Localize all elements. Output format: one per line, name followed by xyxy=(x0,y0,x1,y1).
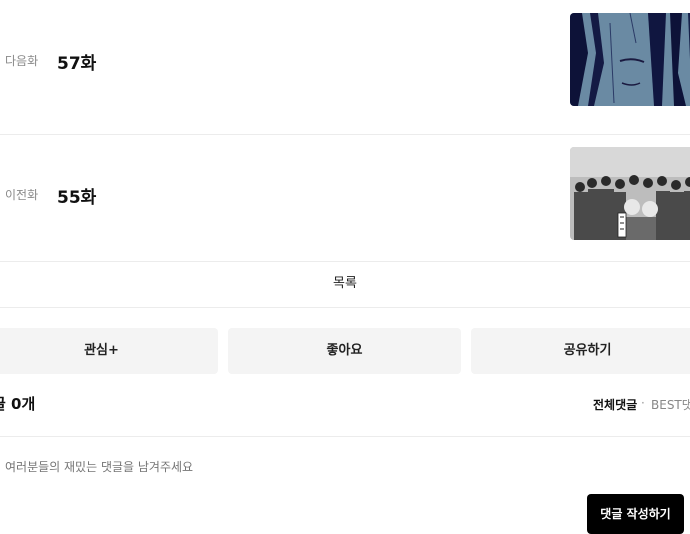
comment-count: 글 0개 xyxy=(0,395,36,413)
prev-episode-label: 이전화 xyxy=(5,188,39,202)
write-comment-button[interactable]: 댓글 작성하기 xyxy=(587,494,684,534)
sort-all-comments[interactable]: 전체댓글 xyxy=(593,396,637,413)
sort-separator: · xyxy=(641,396,645,410)
prev-episode-row[interactable]: 이전화 55화 xyxy=(0,127,690,262)
episode-list-link[interactable]: 목록 xyxy=(0,261,690,308)
share-button[interactable]: 공유하기 xyxy=(471,328,690,374)
comments-divider xyxy=(0,436,690,437)
prev-episode-thumbnail-art xyxy=(570,147,690,240)
subscribe-button[interactable]: 관심+ xyxy=(0,328,218,374)
like-button[interactable]: 좋아요 xyxy=(228,328,461,374)
next-episode-thumbnail-art xyxy=(570,13,690,106)
comment-input[interactable] xyxy=(5,460,565,474)
next-episode-thumbnail[interactable] xyxy=(570,13,690,106)
next-episode-title[interactable]: 57화 xyxy=(57,49,96,74)
prev-episode-title[interactable]: 55화 xyxy=(57,183,96,208)
prev-episode-thumbnail[interactable] xyxy=(570,147,690,240)
next-episode-row[interactable]: 다음화 57화 xyxy=(0,0,690,135)
next-episode-label: 다음화 xyxy=(5,54,39,68)
sort-best-comments[interactable]: BEST댓 xyxy=(651,396,690,413)
